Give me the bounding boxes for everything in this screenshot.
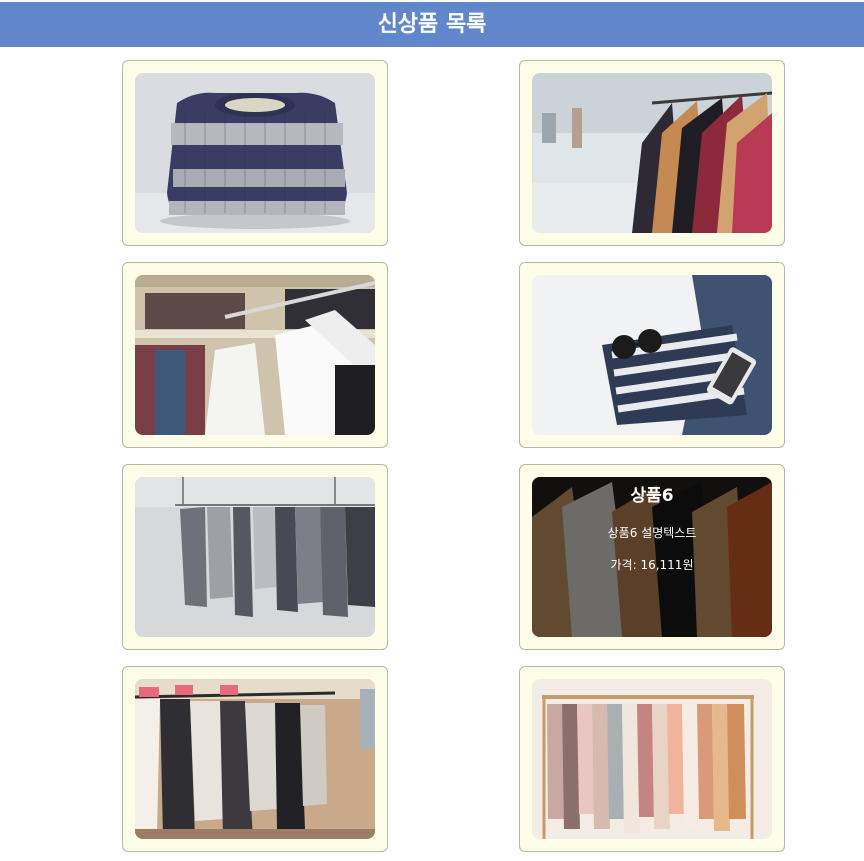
product-grid: 상품6 상품6 설명텍스트 가격: 16,111원	[0, 0, 864, 861]
product-info-overlay: 상품6 상품6 설명텍스트 가격: 16,111원	[532, 477, 772, 637]
product-price: 가격: 16,111원	[610, 558, 694, 572]
product-name: 상품6	[630, 486, 674, 506]
clothing-rack-store-image	[532, 73, 772, 233]
product-image[interactable]	[532, 73, 772, 233]
product-card[interactable]: 상품6 상품6 설명텍스트 가격: 16,111원	[519, 464, 785, 650]
knit-sweater-image	[135, 73, 375, 233]
white-shirts-closet-image	[135, 275, 375, 435]
product-card[interactable]	[519, 262, 785, 448]
product-card[interactable]	[122, 262, 388, 448]
product-image[interactable]	[532, 679, 772, 839]
product-image[interactable]	[532, 275, 772, 435]
product-image[interactable]	[135, 679, 375, 839]
striped-shirt-jeans-image	[532, 275, 772, 435]
product-card[interactable]	[519, 666, 785, 852]
boutique-dresses-image	[135, 679, 375, 839]
product-image[interactable]	[135, 477, 375, 637]
product-image[interactable]	[135, 73, 375, 233]
product-card[interactable]	[122, 464, 388, 650]
product-card[interactable]	[519, 60, 785, 246]
product-card[interactable]	[122, 666, 388, 852]
product-card[interactable]	[122, 60, 388, 246]
product-description: 상품6 설명텍스트	[607, 526, 697, 540]
grey-clothes-rack-image	[135, 477, 375, 637]
product-image[interactable]	[135, 275, 375, 435]
pastel-garments-image	[532, 679, 772, 839]
product-image[interactable]: 상품6 상품6 설명텍스트 가격: 16,111원	[532, 477, 772, 637]
